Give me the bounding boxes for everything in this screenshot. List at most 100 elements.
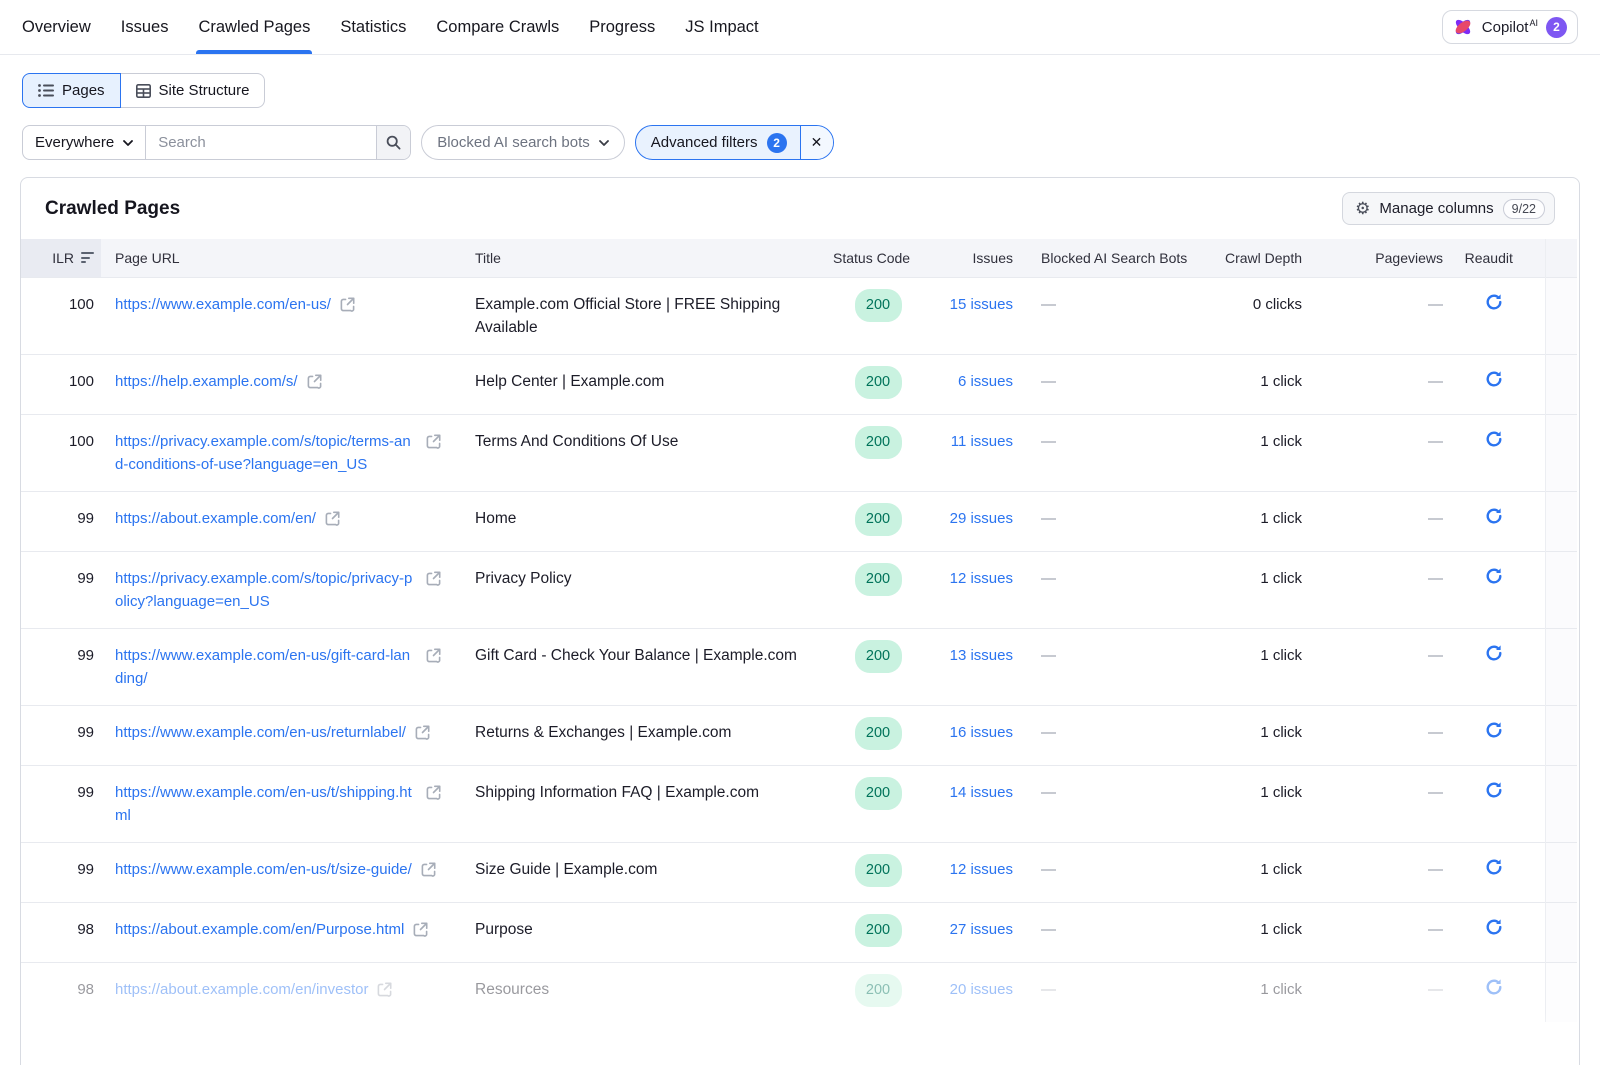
crawl-depth-value: 1 click	[1222, 765, 1302, 842]
issues-link[interactable]: 12 issues	[950, 861, 1013, 878]
toggle-site-structure[interactable]: Site Structure	[121, 73, 266, 108]
ilr-value: 100	[21, 354, 101, 414]
page-url-link[interactable]: https://www.example.com/en-us/gift-card-…	[115, 644, 417, 690]
table-row: 100 https://help.example.com/s/ Help Cen…	[21, 354, 1577, 414]
search-input[interactable]	[146, 126, 376, 159]
pageviews-value: —	[1302, 354, 1443, 414]
blocked-ai-bots-value: —	[1013, 705, 1222, 765]
page-url-link[interactable]: https://privacy.example.com/s/topic/priv…	[115, 567, 417, 613]
reaudit-button[interactable]	[1483, 428, 1505, 453]
pageviews-value: —	[1302, 628, 1443, 705]
reaudit-button[interactable]	[1483, 856, 1505, 881]
tab-js-impact[interactable]: JS Impact	[685, 0, 758, 54]
scroll-gutter	[1545, 765, 1577, 842]
page-url-link[interactable]: https://www.example.com/en-us/	[115, 293, 331, 316]
external-link-icon[interactable]	[426, 784, 441, 807]
scroll-gutter	[1545, 628, 1577, 705]
page-title-value: Size Guide | Example.com	[475, 858, 803, 881]
status-code-badge: 200	[855, 854, 902, 887]
external-link-icon[interactable]	[307, 373, 322, 396]
reaudit-button[interactable]	[1483, 642, 1505, 667]
page-url-link[interactable]: https://about.example.com/en/investor	[115, 978, 368, 1001]
copilot-label: CopilotAI	[1482, 18, 1538, 36]
external-link-icon[interactable]	[325, 510, 340, 533]
column-header-title[interactable]: Title	[475, 239, 833, 277]
refresh-icon	[1485, 293, 1503, 311]
reaudit-button[interactable]	[1483, 779, 1505, 804]
external-link-icon[interactable]	[377, 981, 392, 1004]
advanced-filters-clear-button[interactable]: ✕	[800, 126, 833, 159]
crawl-depth-value: 1 click	[1222, 628, 1302, 705]
status-code-badge: 200	[855, 503, 902, 536]
column-header-ilr[interactable]: ILR	[21, 239, 101, 277]
column-header-blocked-ai-search-bots[interactable]: Blocked AI Search Bots	[1013, 239, 1222, 277]
refresh-icon	[1485, 721, 1503, 739]
external-link-icon[interactable]	[426, 433, 441, 456]
tab-crawled-pages[interactable]: Crawled Pages	[198, 0, 310, 54]
blocked-bots-dropdown[interactable]: Blocked AI search bots	[421, 125, 625, 160]
issues-link[interactable]: 29 issues	[950, 510, 1013, 527]
external-link-icon[interactable]	[340, 296, 355, 319]
column-header-crawl-depth[interactable]: Crawl Depth	[1222, 239, 1302, 277]
page-url-link[interactable]: https://about.example.com/en/	[115, 507, 316, 530]
page-url-link[interactable]: https://www.example.com/en-us/returnlabe…	[115, 721, 406, 744]
ilr-value: 99	[21, 491, 101, 551]
tab-statistics[interactable]: Statistics	[340, 0, 406, 54]
status-code-badge: 200	[855, 717, 902, 750]
column-header-reaudit[interactable]: Reaudit	[1443, 239, 1545, 277]
blocked-ai-bots-value: —	[1013, 842, 1222, 902]
advanced-filters-button[interactable]: Advanced filters 2	[636, 126, 800, 159]
reaudit-button[interactable]	[1483, 505, 1505, 530]
scroll-gutter	[1545, 491, 1577, 551]
page-title-value: Example.com Official Store | FREE Shippi…	[475, 293, 803, 339]
search-button[interactable]	[376, 126, 410, 159]
external-link-icon[interactable]	[426, 570, 441, 593]
column-header-issues[interactable]: Issues	[923, 239, 1013, 277]
reaudit-button[interactable]	[1483, 916, 1505, 941]
column-header-pageviews[interactable]: Pageviews	[1302, 239, 1443, 277]
issues-link[interactable]: 15 issues	[950, 296, 1013, 313]
page-url-link[interactable]: https://about.example.com/en/Purpose.htm…	[115, 918, 404, 941]
external-link-icon[interactable]	[413, 921, 428, 944]
page-url-link[interactable]: https://help.example.com/s/	[115, 370, 298, 393]
tab-overview[interactable]: Overview	[22, 0, 91, 54]
issues-link[interactable]: 16 issues	[950, 724, 1013, 741]
issues-link[interactable]: 6 issues	[958, 373, 1013, 390]
page-url-link[interactable]: https://privacy.example.com/s/topic/term…	[115, 430, 417, 476]
tab-compare-crawls[interactable]: Compare Crawls	[436, 0, 559, 54]
tab-issues[interactable]: Issues	[121, 0, 169, 54]
external-link-icon[interactable]	[426, 647, 441, 670]
issues-link[interactable]: 14 issues	[950, 784, 1013, 801]
external-link-icon[interactable]	[415, 724, 430, 747]
reaudit-button[interactable]	[1483, 565, 1505, 590]
toggle-pages[interactable]: Pages	[22, 73, 121, 108]
external-link-icon[interactable]	[421, 861, 436, 884]
reaudit-button[interactable]	[1483, 368, 1505, 393]
column-header-page-url[interactable]: Page URL	[101, 239, 475, 277]
tab-progress[interactable]: Progress	[589, 0, 655, 54]
page-title-value: Help Center | Example.com	[475, 370, 803, 393]
table-row: 99 https://privacy.example.com/s/topic/p…	[21, 551, 1577, 628]
scroll-gutter	[1545, 551, 1577, 628]
issues-link[interactable]: 11 issues	[951, 433, 1013, 450]
issues-link[interactable]: 27 issues	[950, 921, 1013, 938]
column-header-status-code[interactable]: Status Code	[833, 239, 923, 277]
blocked-bots-dropdown-label: Blocked AI search bots	[437, 134, 590, 151]
panel-header: Crawled Pages ⚙ Manage columns 9/22	[21, 178, 1579, 239]
crawl-depth-value: 1 click	[1222, 705, 1302, 765]
issues-link[interactable]: 12 issues	[950, 570, 1013, 587]
issues-link[interactable]: 20 issues	[950, 981, 1013, 998]
copilot-button[interactable]: CopilotAI 2	[1442, 10, 1578, 44]
page-url-link[interactable]: https://www.example.com/en-us/t/shipping…	[115, 781, 417, 827]
blocked-ai-bots-value: —	[1013, 414, 1222, 491]
reaudit-button[interactable]	[1483, 719, 1505, 744]
ilr-value: 99	[21, 705, 101, 765]
pageviews-value: —	[1302, 902, 1443, 962]
copilot-icon	[1452, 16, 1474, 38]
manage-columns-button[interactable]: ⚙ Manage columns 9/22	[1342, 192, 1555, 225]
search-scope-dropdown[interactable]: Everywhere	[23, 126, 146, 159]
page-url-link[interactable]: https://www.example.com/en-us/t/size-gui…	[115, 858, 412, 881]
reaudit-button[interactable]	[1483, 291, 1505, 316]
reaudit-button[interactable]	[1483, 976, 1505, 1001]
issues-link[interactable]: 13 issues	[950, 647, 1013, 664]
